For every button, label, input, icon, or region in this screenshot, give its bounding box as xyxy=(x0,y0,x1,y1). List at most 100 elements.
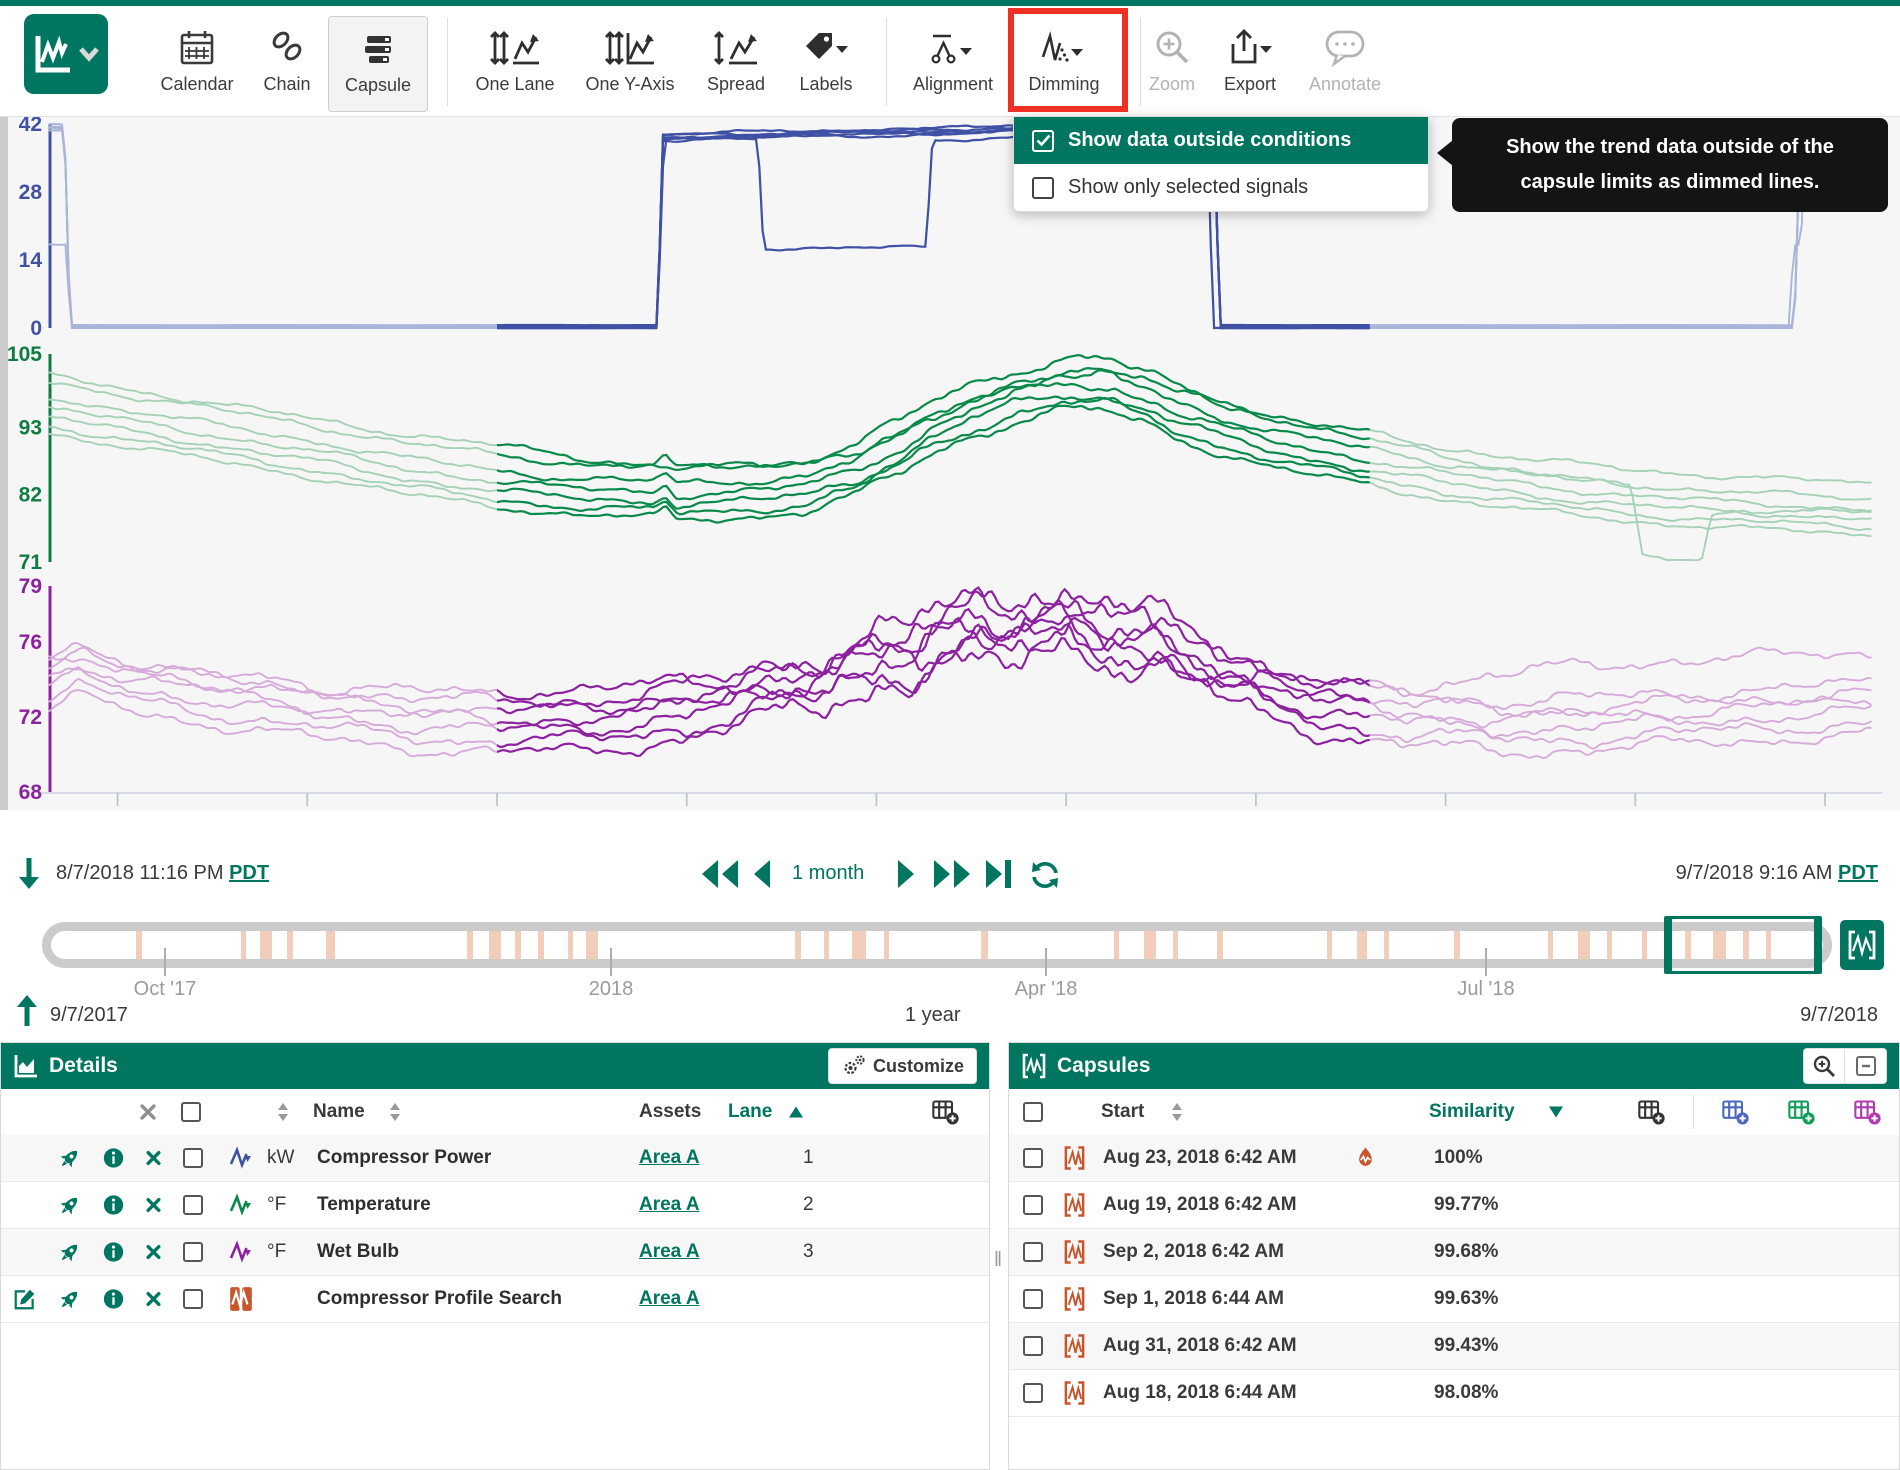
row-checkbox[interactable] xyxy=(1023,1383,1043,1403)
customize-button[interactable]: Customize xyxy=(828,1048,977,1084)
capsule-row-6[interactable]: Aug 18, 2018 6:44 AM98.08% xyxy=(1009,1370,1899,1417)
column-header-assets[interactable]: Assets xyxy=(639,1101,701,1123)
display-range-end[interactable]: 9/7/2018 9:16 AM PDT xyxy=(1676,862,1878,885)
remove-icon[interactable] xyxy=(145,1244,162,1261)
asset-swap-rocket-icon[interactable] xyxy=(59,1288,81,1310)
collapse-panel-button[interactable] xyxy=(1845,1048,1887,1084)
step-forward-button[interactable] xyxy=(896,858,916,890)
remove-icon[interactable] xyxy=(145,1291,162,1308)
toolbar-button-alignment[interactable]: Alignment xyxy=(898,16,1008,112)
y-tick-label: 72 xyxy=(19,706,42,729)
pan-up-arrow-icon[interactable] xyxy=(14,992,40,1028)
refresh-icon[interactable] xyxy=(1030,860,1060,890)
column-header-lane[interactable]: Lane xyxy=(728,1101,772,1123)
capsules-panel-header: Capsules xyxy=(1009,1043,1899,1089)
row-checkbox[interactable] xyxy=(183,1195,203,1215)
sort-descending-icon[interactable] xyxy=(1549,1107,1563,1118)
toolbar-button-export[interactable]: Export xyxy=(1200,16,1300,112)
remove-all-icon[interactable] xyxy=(139,1103,157,1121)
dimming-icon xyxy=(1009,16,1119,68)
select-all-checkbox[interactable] xyxy=(181,1102,201,1122)
info-icon[interactable] xyxy=(103,1148,124,1169)
details-table-rows: kWCompressor PowerArea A1°FTemperatureAr… xyxy=(1,1135,989,1469)
remove-icon[interactable] xyxy=(145,1150,162,1167)
timeline-track[interactable] xyxy=(42,922,1832,968)
panel-splitter-handle[interactable]: ‖ xyxy=(988,1240,1008,1280)
asset-swap-rocket-icon[interactable] xyxy=(59,1241,81,1263)
info-icon[interactable] xyxy=(103,1195,124,1216)
row-checkbox[interactable] xyxy=(183,1148,203,1168)
capsule-row-1[interactable]: Aug 23, 2018 6:42 AM100% xyxy=(1009,1135,1899,1182)
start-timezone-link[interactable]: PDT xyxy=(229,862,269,884)
toolbar-button-dimming[interactable]: Dimming xyxy=(1009,16,1119,112)
info-icon[interactable] xyxy=(103,1242,124,1263)
step-forward-half-button[interactable] xyxy=(932,858,972,890)
row-checkbox[interactable] xyxy=(183,1289,203,1309)
asset-link[interactable]: Area A xyxy=(639,1194,700,1216)
toolbar-button-one-lane[interactable]: One Lane xyxy=(460,16,570,112)
view-selector-button[interactable] xyxy=(24,14,108,94)
toolbar-button-one-y-axis[interactable]: One Y-Axis xyxy=(575,16,685,112)
row-checkbox[interactable] xyxy=(1023,1195,1043,1215)
asset-swap-rocket-icon[interactable] xyxy=(59,1147,81,1169)
sort-icon[interactable] xyxy=(277,1102,289,1122)
details-row-compressor-profile-search[interactable]: Compressor Profile SearchArea A xyxy=(1,1276,989,1323)
investigate-range-duration[interactable]: 1 year xyxy=(905,1004,961,1027)
row-checkbox[interactable] xyxy=(1023,1336,1043,1356)
row-checkbox[interactable] xyxy=(183,1242,203,1262)
zoom-to-capsule-button[interactable] xyxy=(1803,1048,1845,1084)
info-icon[interactable] xyxy=(103,1289,124,1310)
timeline-capsule-button[interactable] xyxy=(1840,920,1884,970)
timeline-capsule-stripe xyxy=(795,931,801,959)
sort-icon[interactable] xyxy=(1171,1102,1183,1122)
capsule-row-3[interactable]: Sep 2, 2018 6:42 AM99.68% xyxy=(1009,1229,1899,1276)
step-size-label[interactable]: 1 month xyxy=(792,862,864,885)
asset-link[interactable]: Area A xyxy=(639,1241,700,1263)
remove-icon[interactable] xyxy=(145,1197,162,1214)
labels-icon xyxy=(771,16,881,68)
add-column-icon[interactable] xyxy=(1637,1098,1665,1126)
timeline-selection-region[interactable] xyxy=(1664,916,1822,974)
menu-item-show-data-outside-conditions[interactable]: Show data outside conditions xyxy=(1014,117,1428,164)
row-checkbox[interactable] xyxy=(1023,1148,1043,1168)
menu-item-show-only-selected-signals[interactable]: Show only selected signals xyxy=(1014,164,1428,211)
edit-icon[interactable] xyxy=(13,1287,37,1311)
column-header-similarity[interactable]: Similarity xyxy=(1429,1101,1515,1123)
step-back-half-button[interactable] xyxy=(700,858,740,890)
capsule-row-5[interactable]: Aug 31, 2018 6:42 AM99.43% xyxy=(1009,1323,1899,1370)
step-to-end-button[interactable] xyxy=(984,858,1014,890)
column-header-name[interactable]: Name xyxy=(313,1101,365,1123)
toolbar-label-chain: Chain xyxy=(232,74,342,95)
sort-icon[interactable] xyxy=(389,1102,401,1122)
capsule-row-4[interactable]: Sep 1, 2018 6:44 AM99.63% xyxy=(1009,1276,1899,1323)
end-timezone-link[interactable]: PDT xyxy=(1838,862,1878,884)
toolbar-button-labels[interactable]: Labels xyxy=(771,16,881,112)
display-range-start[interactable]: 8/7/2018 11:16 PM PDT xyxy=(56,862,269,885)
row-checkbox[interactable] xyxy=(1023,1289,1043,1309)
details-row-wet-bulb[interactable]: °FWet BulbArea A3 xyxy=(1,1229,989,1276)
select-all-capsules-checkbox[interactable] xyxy=(1023,1102,1043,1122)
sort-ascending-icon[interactable] xyxy=(789,1107,803,1118)
toolbar-button-chain[interactable]: Chain xyxy=(232,16,342,112)
add-signal-column-icon-green[interactable] xyxy=(1787,1098,1815,1126)
asset-link[interactable]: Area A xyxy=(639,1147,700,1169)
item-unit: kW xyxy=(267,1147,294,1169)
details-row-compressor-power[interactable]: kWCompressor PowerArea A1 xyxy=(1,1135,989,1182)
asset-link[interactable]: Area A xyxy=(639,1288,700,1310)
trend-chart[interactable]: -8h-4h0.04h8h12h16h20h1d1d 04h4228140105… xyxy=(0,116,1900,810)
capsule-start: Aug 18, 2018 6:44 AM xyxy=(1103,1382,1297,1404)
add-column-icon[interactable] xyxy=(931,1098,959,1126)
column-header-start[interactable]: Start xyxy=(1101,1101,1144,1123)
pan-down-arrow-icon[interactable] xyxy=(16,856,42,892)
add-signal-column-icon-magenta[interactable] xyxy=(1853,1098,1881,1126)
capsule-row-2[interactable]: Aug 19, 2018 6:42 AM99.77% xyxy=(1009,1182,1899,1229)
unchecked-checkbox-icon[interactable] xyxy=(1032,177,1054,199)
checked-checkbox-icon[interactable] xyxy=(1032,130,1054,152)
row-checkbox[interactable] xyxy=(1023,1242,1043,1262)
asset-swap-rocket-icon[interactable] xyxy=(59,1194,81,1216)
add-signal-column-icon-blue[interactable] xyxy=(1721,1098,1749,1126)
timeline-capsule-stripe xyxy=(287,931,293,959)
step-back-button[interactable] xyxy=(752,858,772,890)
toolbar-button-capsule[interactable]: Capsule xyxy=(328,16,428,112)
details-row-temperature[interactable]: °FTemperatureArea A2 xyxy=(1,1182,989,1229)
